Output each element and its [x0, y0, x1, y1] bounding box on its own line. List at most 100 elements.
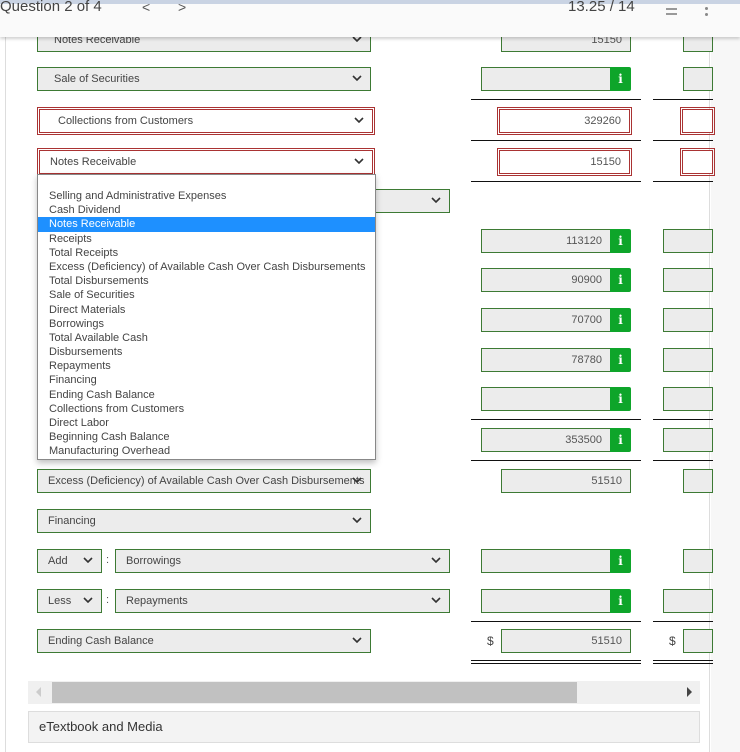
amount-field[interactable]: 113120 — [481, 229, 611, 253]
next-question-button[interactable]: > — [178, 0, 186, 15]
amount-field-incorrect[interactable]: 329260 — [497, 107, 632, 135]
previous-question-button[interactable]: < — [142, 0, 150, 15]
total-rule — [471, 181, 641, 182]
dropdown-option[interactable]: Direct Labor — [38, 416, 375, 430]
currency-symbol: $ — [669, 634, 676, 648]
amount-field-incorrect[interactable]: 15150 — [497, 148, 632, 176]
info-icon[interactable]: i — [610, 308, 631, 332]
subtotal-rule — [471, 621, 641, 622]
dropdown-option[interactable]: Excess (Deficiency) of Available Cash Ov… — [38, 260, 375, 274]
dropdown-option[interactable]: Collections from Customers — [38, 402, 375, 416]
amount-field-col2[interactable] — [683, 67, 713, 91]
amount-field[interactable]: 353500 — [481, 428, 611, 452]
dropdown-option[interactable]: Total Disbursements — [38, 274, 375, 288]
scroll-left-arrow-icon[interactable] — [36, 687, 41, 697]
dropdown-option[interactable]: Financing — [38, 373, 375, 387]
horizontal-scrollbar[interactable] — [28, 681, 700, 704]
dropdown-option[interactable]: Ending Cash Balance — [38, 388, 375, 402]
info-icon[interactable]: i — [610, 268, 631, 292]
chevron-down-icon — [83, 557, 93, 563]
total-rule — [653, 460, 713, 461]
info-icon[interactable]: i — [610, 67, 631, 91]
info-icon[interactable]: i — [610, 549, 631, 573]
etextbook-media-button[interactable]: eTextbook and Media — [28, 711, 700, 743]
amount-field[interactable]: 51510 — [501, 629, 631, 653]
amount-field-col2[interactable] — [663, 387, 713, 411]
amount-field[interactable] — [481, 589, 611, 613]
select-value: Sale of Securities — [54, 73, 140, 85]
dropdown-option[interactable]: Direct Materials — [38, 303, 375, 317]
line-item-select-incorrect[interactable]: Collections from Customers — [37, 107, 375, 135]
select-value: Excess (Deficiency) of Available Cash Ov… — [48, 475, 365, 487]
total-rule — [471, 460, 641, 461]
info-icon[interactable]: i — [610, 428, 631, 452]
line-item-select[interactable]: Sale of Securities — [37, 67, 371, 91]
line-item-select-open[interactable]: Notes Receivable — [37, 148, 375, 176]
subtotal-rule — [471, 140, 641, 141]
score-display: 13.25 / 14 — [568, 0, 635, 15]
amount-field-col2[interactable] — [663, 268, 713, 292]
amount-field-col2-incorrect[interactable] — [680, 107, 715, 135]
dropdown-option[interactable]: Manufacturing Overhead — [38, 444, 375, 458]
select-value: Less — [48, 595, 72, 607]
question-list-icon[interactable] — [663, 8, 677, 18]
info-icon[interactable]: i — [610, 589, 631, 613]
dropdown-option[interactable]: Borrowings — [38, 317, 375, 331]
amount-field[interactable] — [481, 387, 611, 411]
info-icon[interactable]: i — [610, 387, 631, 411]
chevron-down-icon — [431, 557, 441, 563]
line-item-select[interactable]: Ending Cash Balance — [37, 629, 371, 653]
dropdown-option[interactable]: Total Receipts — [38, 246, 375, 260]
dropdown-option[interactable]: Cash Dividend — [38, 203, 375, 217]
subtotal-rule — [471, 99, 641, 100]
amount-field-col2[interactable] — [663, 308, 713, 332]
select-value: Financing — [48, 515, 96, 527]
line-item-dropdown-list: Selling and Administrative Expenses Cash… — [37, 174, 376, 460]
more-options-icon[interactable] — [705, 7, 709, 19]
amount-field[interactable]: 78780 — [481, 348, 611, 372]
amount-field-col2[interactable] — [683, 629, 713, 653]
line-item-select[interactable]: Excess (Deficiency) of Available Cash Ov… — [37, 469, 371, 493]
colon-separator: : — [106, 554, 110, 566]
dropdown-option[interactable]: Repayments — [38, 359, 375, 373]
dropdown-option[interactable]: Selling and Administrative Expenses — [38, 189, 375, 203]
double-underline — [471, 660, 641, 664]
amount-field-col2[interactable] — [683, 469, 713, 493]
dropdown-option[interactable]: Receipts — [38, 232, 375, 246]
chevron-down-icon — [83, 597, 93, 603]
add-less-select[interactable]: Add — [37, 549, 102, 573]
amount-field-col2[interactable] — [663, 428, 713, 452]
amount-field[interactable]: 90900 — [481, 268, 611, 292]
amount-field[interactable]: 70700 — [481, 308, 611, 332]
select-value: Notes Receivable — [50, 156, 137, 168]
line-item-select[interactable]: Repayments — [115, 589, 450, 613]
amount-field-col2-incorrect[interactable] — [680, 148, 715, 176]
amount-field-col2[interactable] — [663, 589, 713, 613]
dropdown-option[interactable]: Beginning Cash Balance — [38, 430, 375, 444]
info-icon[interactable]: i — [610, 229, 631, 253]
page: Question 2 of 4 < > 13.25 / 14 Notes Rec… — [0, 0, 740, 752]
scroll-right-arrow-icon[interactable] — [687, 687, 692, 697]
select-value: Repayments — [126, 595, 188, 607]
chevron-down-icon — [352, 637, 362, 643]
amount-field-col2[interactable] — [663, 229, 713, 253]
scrollbar-thumb[interactable] — [52, 682, 577, 703]
chevron-down-icon — [431, 597, 441, 603]
amount-field[interactable]: 51510 — [501, 469, 631, 493]
info-icon[interactable]: i — [610, 348, 631, 372]
colon-separator: : — [106, 594, 110, 606]
add-less-select[interactable]: Less — [37, 589, 102, 613]
dropdown-option[interactable]: Sale of Securities — [38, 288, 375, 302]
select-value: Collections from Customers — [58, 115, 194, 127]
amount-field-col2[interactable] — [683, 549, 713, 573]
amount-field[interactable] — [481, 549, 611, 573]
amount-field[interactable] — [481, 67, 611, 91]
dropdown-option[interactable]: Total Available Cash — [38, 331, 375, 345]
line-item-select[interactable]: Financing — [37, 509, 371, 533]
line-item-select[interactable]: Borrowings — [115, 549, 450, 573]
amount-field-col2[interactable] — [663, 348, 713, 372]
subtotal-rule — [653, 419, 713, 420]
dropdown-option-selected[interactable]: Notes Receivable — [38, 217, 375, 232]
dropdown-option[interactable]: Disbursements — [38, 345, 375, 359]
chevron-down-icon — [352, 75, 362, 81]
